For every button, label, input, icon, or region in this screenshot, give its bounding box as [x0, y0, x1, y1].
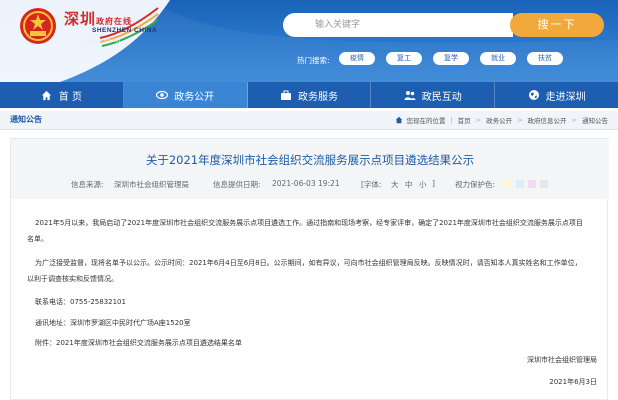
briefcase-icon [280, 89, 292, 101]
breadcrumb-separator: | [450, 116, 453, 124]
vision-color-blue-swatch[interactable] [516, 180, 524, 188]
site-header: 深圳政府在线 SHENZHEN CHINA www.sz.gov.cn 输入关键… [0, 0, 618, 82]
vision-color-gray-swatch[interactable] [540, 180, 548, 188]
contact-phone: 联系电话：0755-25832101 [35, 298, 126, 306]
article-paragraph-2-cont: 以利于调查核实和反馈情况。 [27, 275, 118, 283]
site-logo-chinese[interactable]: 深圳政府在线 [64, 8, 132, 29]
location-home-icon [396, 116, 403, 124]
logo-cn-suffix: 政府在线 [96, 16, 133, 26]
date-value: 2021-06-03 19:21 [272, 179, 340, 188]
article: 关于2021年度深圳市社会组织交流服务展示点项目遴选结果公示 信息来源: 深圳市… [10, 138, 610, 400]
article-paragraph-2: 为广泛接受监督，现将名单予以公示。公示时间：2021年6月4日至6月8日。公示期… [35, 259, 582, 267]
logo-cn-main: 深圳 [64, 10, 97, 28]
search-input[interactable]: 输入关键字 [283, 13, 513, 37]
vision-protect-label: 视力保护色: [455, 180, 496, 189]
source-label: 信息来源: [71, 180, 104, 189]
breadcrumb-separator: > [517, 116, 523, 124]
search-button[interactable]: 搜一下 [510, 13, 604, 37]
breadcrumb-location-label: 您现在的位置 [406, 117, 446, 125]
breadcrumb-separator: > [571, 116, 577, 124]
breadcrumb-separator: > [475, 116, 482, 124]
font-size-small-button[interactable]: 小 [419, 179, 427, 190]
nav-item-gov-services[interactable]: 政务服务 [248, 82, 372, 108]
nav-item-label: 走进深圳 [545, 91, 586, 103]
hot-tag-resume-work[interactable]: 复工 [386, 52, 422, 65]
vision-color-pink-swatch[interactable] [528, 180, 536, 188]
home-icon [41, 89, 53, 101]
source-value: 深圳市社会组织管理局 [114, 180, 189, 189]
nav-item-about-shenzhen[interactable]: 走进深圳 [495, 82, 618, 108]
article-paragraph-1-cont: 名单。 [27, 235, 48, 243]
attachment-link[interactable]: 附件：2021年度深圳市社会组织交流服务展示点项目遴选结果名单 [35, 335, 610, 351]
sign-date: 2021年6月3日 [549, 378, 597, 386]
nav-item-interaction[interactable]: 政民互动 [371, 82, 496, 108]
breadcrumb-bar: 通知公告 您现在的位置 | 首页 > 政务公开 > 政府信息公开 > 通知公告 [0, 111, 618, 130]
font-size-large-button[interactable]: 大 [391, 179, 399, 190]
signature: 深圳市社会组织管理局 [527, 356, 597, 364]
nav-item-label: 政务服务 [297, 91, 338, 103]
nav-item-label: 政民互动 [421, 91, 462, 103]
people-icon [404, 89, 416, 101]
hot-tag-resume-school[interactable]: 复学 [433, 52, 469, 65]
breadcrumb-item-home[interactable]: 首页 [458, 115, 471, 125]
eye-icon [156, 89, 169, 101]
hot-tag-employment[interactable]: 就业 [480, 52, 516, 65]
main-nav: 首 页 政务公开 政务服务 政民互动 走进深圳 [0, 82, 618, 108]
font-size-label: [字体: [361, 180, 382, 189]
article-paragraph-1: 2021年5月以来，我局启动了2021年度深圳市社会组织交流服务展示点项目遴选工… [35, 219, 583, 227]
breadcrumb-item-gov-affairs-open[interactable]: 政务公开 [486, 115, 512, 125]
national-emblem-icon [20, 8, 56, 44]
breadcrumb-item-notices[interactable]: 通知公告 [582, 115, 608, 125]
date-label: 信息提供日期: [213, 180, 261, 189]
hot-tag-poverty-relief[interactable]: 扶贫 [527, 52, 563, 65]
nav-item-label: 政务公开 [174, 91, 215, 103]
site-logo-url: www.sz.gov.cn [84, 38, 120, 44]
hot-tag-epidemic[interactable]: 疫情 [339, 52, 375, 65]
site-logo-english: SHENZHEN CHINA [92, 27, 158, 34]
contact-address: 通讯地址：深圳市罗湖区中民时代广场A座1520室 [35, 319, 191, 327]
font-size-label-end: ] [432, 179, 435, 188]
article-header: 关于2021年度深圳市社会组织交流服务展示点项目遴选结果公示 信息来源: 深圳市… [11, 139, 609, 199]
vision-color-yellow-swatch[interactable] [504, 180, 512, 188]
hot-search-label: 热门搜索: [297, 56, 330, 65]
breadcrumb: 您现在的位置 | 首页 > 政务公开 > 政府信息公开 > 通知公告 [395, 115, 608, 125]
breadcrumb-item-gov-info-open[interactable]: 政府信息公开 [528, 115, 567, 125]
nav-item-gov-affairs-open[interactable]: 政务公开 [123, 82, 248, 108]
nav-item-home[interactable]: 首 页 [0, 82, 124, 108]
globe-icon [528, 89, 540, 101]
section-title: 通知公告 [10, 115, 42, 124]
font-size-medium-button[interactable]: 中 [405, 179, 413, 190]
article-title: 关于2021年度深圳市社会组织交流服务展示点项目遴选结果公示 [145, 153, 475, 167]
nav-item-label: 首 页 [58, 91, 82, 103]
